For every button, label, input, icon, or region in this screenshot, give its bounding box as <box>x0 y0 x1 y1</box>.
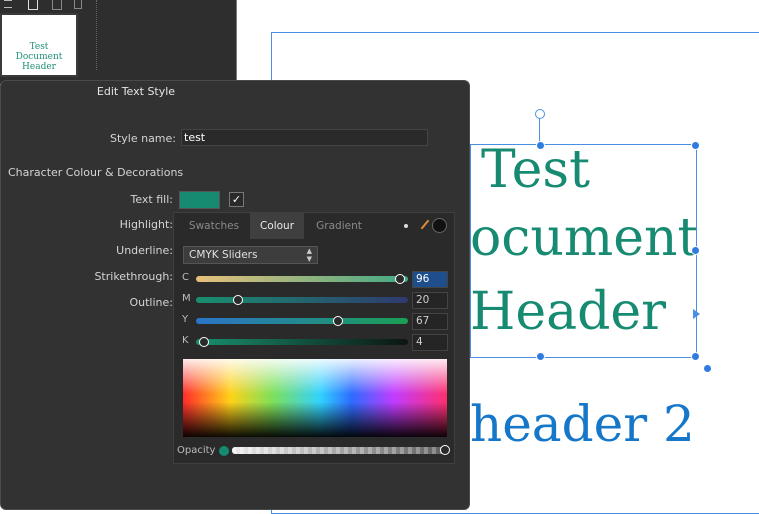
panel-divider <box>236 0 237 84</box>
canvas-header-2[interactable]: header 2 <box>470 395 695 453</box>
thumbnail-line: Header <box>22 62 56 72</box>
colour-mode-value: CMYK Sliders <box>189 249 258 261</box>
dialog-title: Edit Text Style <box>96 85 176 98</box>
slider-y[interactable] <box>196 315 408 326</box>
text-fill-swatch[interactable] <box>179 191 220 209</box>
value-k[interactable]: 4 <box>412 334 448 351</box>
page-thumbnail[interactable]: Test Document Header <box>0 13 78 77</box>
opacity-knob[interactable] <box>440 445 450 455</box>
edit-text-style-dialog: Edit Text Style Style name: test Charact… <box>0 80 470 510</box>
colour-popover: Swatches Colour Gradient CMYK Sliders ▲ ▼… <box>173 212 455 464</box>
panel-toolbar <box>0 0 236 70</box>
selection-handle[interactable] <box>536 352 545 361</box>
trash-icon[interactable] <box>74 0 82 9</box>
colour-mode-select[interactable]: CMYK Sliders ▲ ▼ <box>183 246 318 264</box>
rotation-handle[interactable] <box>535 109 545 119</box>
slider-knob[interactable] <box>394 273 405 284</box>
scrollbar[interactable] <box>96 0 100 70</box>
channel-label-m: M <box>182 293 191 304</box>
opacity-slider[interactable] <box>232 445 450 455</box>
text-flow-arrow-icon[interactable] <box>693 309 700 319</box>
thumbnail-line: Test <box>29 42 49 52</box>
selection-handle[interactable] <box>536 141 545 150</box>
outline-label: Outline: <box>129 296 173 309</box>
text-fill-checkbox[interactable]: ✓ <box>229 192 244 207</box>
section-title: Character Colour & Decorations <box>8 166 184 179</box>
value-c[interactable]: 96 <box>412 271 448 288</box>
colour-spectrum[interactable] <box>183 359 447 437</box>
tab-gradient[interactable]: Gradient <box>304 213 374 239</box>
selection-handle[interactable] <box>691 141 700 150</box>
menu-icon[interactable] <box>4 0 12 8</box>
text-fill-label: Text fill: <box>130 193 174 206</box>
opacity-label: Opacity <box>177 445 216 456</box>
duplicate-icon[interactable] <box>52 0 62 10</box>
tab-colour[interactable]: Colour <box>250 213 304 239</box>
selection-box[interactable] <box>470 144 697 358</box>
value-y[interactable]: 67 <box>412 313 448 330</box>
selection-handle[interactable] <box>691 352 700 361</box>
strikethrough-label: Strikethrough: <box>94 270 173 283</box>
eyedropper-icon[interactable] <box>420 219 430 230</box>
style-name-input[interactable]: test <box>181 129 428 146</box>
channel-label-k: K <box>182 335 189 346</box>
slider-knob[interactable] <box>333 315 344 326</box>
opacity-colour-dot <box>219 446 229 456</box>
underline-label: Underline: <box>116 244 173 257</box>
channel-label-y: Y <box>182 314 189 325</box>
selection-handle[interactable] <box>703 364 712 373</box>
slider-knob[interactable] <box>233 294 244 305</box>
current-colour-icon[interactable] <box>432 218 447 233</box>
pages-panel: Test Document Header <box>0 0 236 84</box>
value-m[interactable]: 20 <box>412 292 448 309</box>
highlight-label: Highlight: <box>119 218 173 231</box>
selection-handle[interactable] <box>691 246 700 255</box>
slider-k[interactable] <box>196 336 408 347</box>
chevron-updown-icon: ▲ ▼ <box>306 247 312 263</box>
slider-c[interactable] <box>196 273 408 284</box>
tab-swatches[interactable]: Swatches <box>174 213 254 239</box>
target-dot-icon[interactable] <box>404 224 408 228</box>
style-name-label: Style name: <box>109 132 176 145</box>
channel-label-c: C <box>182 272 189 283</box>
thumbnail-line: Document <box>15 52 63 62</box>
slider-m[interactable] <box>196 294 408 305</box>
slider-knob[interactable] <box>199 336 210 347</box>
page-icon[interactable] <box>28 0 38 10</box>
